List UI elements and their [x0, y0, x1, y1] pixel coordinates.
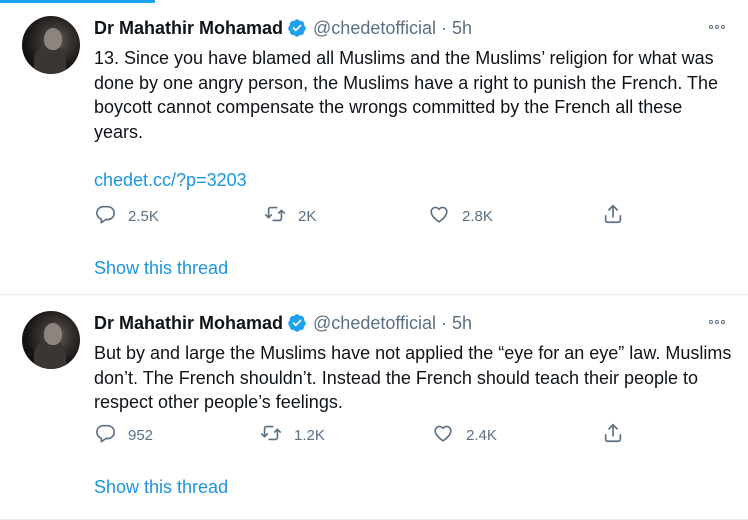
author-name[interactable]: Dr Mahathir Mohamad	[94, 18, 283, 39]
retweet-icon	[260, 422, 282, 448]
author-handle[interactable]: @chedetofficial	[313, 18, 436, 39]
share-button[interactable]	[602, 422, 624, 448]
share-button[interactable]	[602, 203, 624, 229]
tweet-header: Dr Mahathir Mohamad @chedetofficial · 5h	[94, 17, 472, 39]
tweet-text: 13. Since you have blamed all Muslims an…	[94, 48, 719, 142]
avatar[interactable]	[22, 16, 80, 74]
like-count: 2.8K	[462, 207, 493, 225]
like-icon	[428, 203, 450, 229]
avatar[interactable]	[22, 311, 80, 369]
verified-badge-icon	[287, 313, 307, 333]
like-icon	[432, 422, 454, 448]
reply-button[interactable]: 2.5K	[94, 203, 159, 229]
reply-count: 952	[128, 426, 154, 444]
tweet[interactable]: Dr Mahathir Mohamad @chedetofficial · 5h…	[0, 295, 748, 520]
tweet[interactable]: Dr Mahathir Mohamad @chedetofficial · 5h…	[0, 0, 748, 295]
retweet-icon	[264, 203, 286, 229]
tweet-actions: 2.5K 2K 2.8K	[94, 203, 634, 229]
retweet-button[interactable]: 1.2K	[260, 422, 325, 448]
show-thread-link[interactable]: Show this thread	[94, 258, 228, 279]
tweet-timestamp[interactable]: 5h	[452, 313, 472, 334]
retweet-count: 1.2K	[294, 426, 325, 444]
reply-icon	[94, 203, 116, 229]
tweet-link[interactable]: chedet.cc/?p=3203	[94, 170, 247, 191]
reply-count: 2.5K	[128, 207, 159, 225]
more-options-icon[interactable]	[706, 313, 728, 331]
reply-icon	[94, 422, 116, 448]
more-options-icon[interactable]	[706, 18, 728, 36]
tweet-actions: 952 1.2K 2.4K	[94, 422, 634, 448]
tweet-timestamp[interactable]: 5h	[452, 18, 472, 39]
retweet-count: 2K	[298, 207, 317, 225]
tweet-text: But by and large the Muslims have not ap…	[94, 343, 732, 412]
like-count: 2.4K	[466, 426, 497, 444]
author-handle[interactable]: @chedetofficial	[313, 313, 436, 334]
share-icon	[602, 203, 624, 229]
like-button[interactable]: 2.8K	[428, 203, 493, 229]
author-name[interactable]: Dr Mahathir Mohamad	[94, 313, 283, 334]
retweet-button[interactable]: 2K	[264, 203, 316, 229]
verified-badge-icon	[287, 18, 307, 38]
separator-dot: ·	[441, 312, 448, 333]
reply-button[interactable]: 952	[94, 422, 153, 448]
tweet-header: Dr Mahathir Mohamad @chedetofficial · 5h	[94, 312, 472, 334]
share-icon	[602, 422, 624, 448]
like-button[interactable]: 2.4K	[432, 422, 497, 448]
separator-dot: ·	[441, 17, 448, 38]
show-thread-link[interactable]: Show this thread	[94, 477, 228, 498]
